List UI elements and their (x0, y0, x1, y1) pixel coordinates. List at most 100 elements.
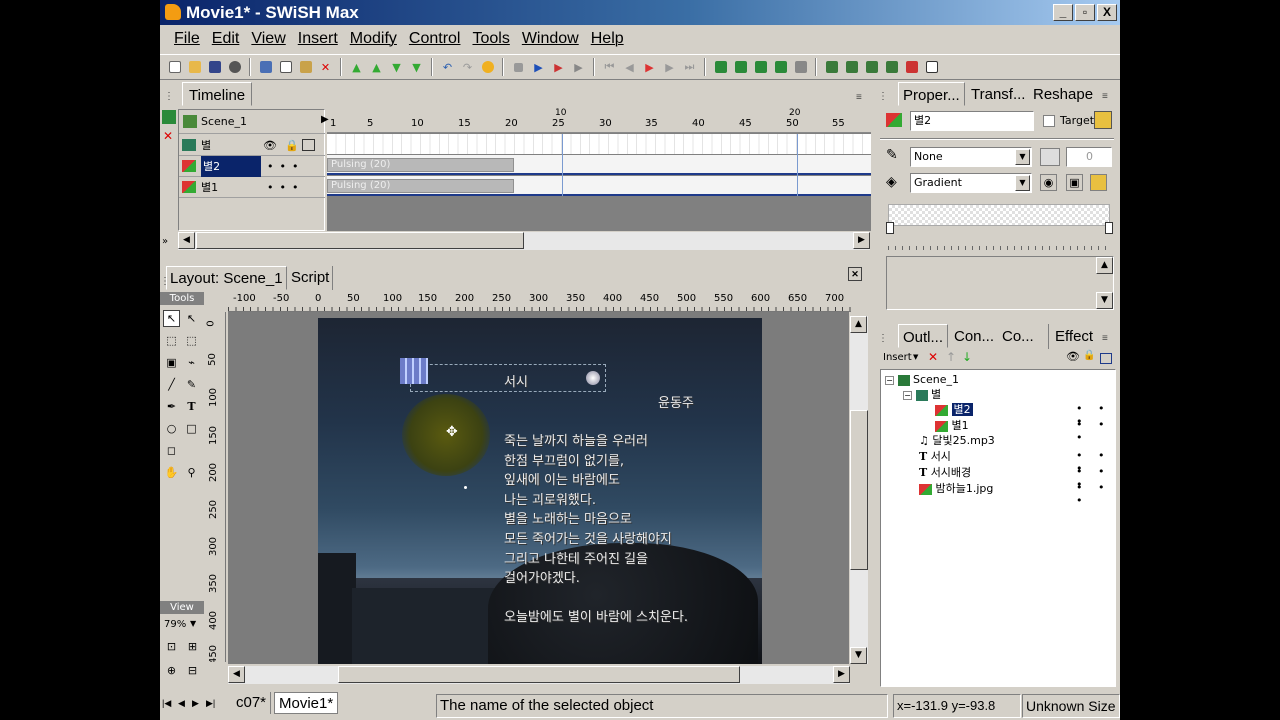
bring-to-front-icon[interactable]: ▲ (348, 59, 365, 76)
select-tool-icon[interactable]: ↖ (163, 310, 180, 327)
scroll-up-button[interactable]: ▲ (1096, 257, 1113, 274)
tab-effect[interactable]: Effect (1048, 324, 1093, 349)
nav-first-icon[interactable]: |◀ (162, 698, 171, 709)
menu-file[interactable]: File (168, 30, 206, 48)
tab-properties[interactable]: Proper... (898, 82, 965, 106)
layout-hscroll[interactable]: ◀ ▶ (228, 666, 850, 684)
panel-menu-icon[interactable]: ≡ (1102, 84, 1108, 109)
minimize-button[interactable]: _ (1053, 4, 1073, 21)
zoom-fit-icon[interactable]: ⊡ (163, 638, 180, 655)
save-icon[interactable] (206, 59, 223, 76)
scroll-left-button[interactable]: ◀ (178, 232, 195, 249)
insert-image-icon[interactable] (792, 59, 809, 76)
scroll-right-button[interactable]: ▶ (853, 232, 870, 249)
stage-work-area[interactable]: 서시 윤동주 죽는 날까지 하늘을 우러러 한점 부끄럼이 없기를, 잎새에 이… (228, 312, 849, 664)
play-icon[interactable]: ▶ (530, 59, 547, 76)
insert-scene-icon[interactable] (712, 59, 729, 76)
gradient-transform-icon[interactable]: ▣ (1066, 174, 1083, 191)
layer-row-selected[interactable]: 별2 ••• (179, 156, 325, 177)
line-width-spinner[interactable]: 0 (1066, 147, 1112, 167)
fill-transform-icon[interactable]: ▣ (163, 354, 180, 371)
scene-row[interactable]: Scene_1 (179, 110, 325, 134)
scroll-down-button[interactable]: ▼ (1096, 292, 1113, 309)
timeline-scrollbar[interactable]: ◀ ▶ (178, 232, 870, 250)
menu-edit[interactable]: Edit (206, 30, 246, 48)
lock-icon[interactable]: 🔒 (285, 135, 299, 156)
group-as-shape-icon[interactable] (883, 59, 900, 76)
zoom-out-icon[interactable]: ⊟ (184, 662, 201, 679)
menu-window[interactable]: Window (516, 30, 585, 48)
paste-icon[interactable] (297, 59, 314, 76)
help-icon[interactable] (479, 59, 496, 76)
move-up-icon[interactable]: ↑ (946, 350, 956, 364)
target-settings-icon[interactable] (1094, 111, 1112, 129)
gradient-bar[interactable] (888, 204, 1110, 226)
tree-item-sprite[interactable]: − 별 (903, 387, 941, 402)
line-tool-icon[interactable]: ╱ (163, 376, 180, 393)
insert-dropdown-icon[interactable]: ▼ (913, 353, 918, 361)
poem-author[interactable]: 윤동주 (658, 394, 694, 414)
insert-button-icon[interactable] (752, 59, 769, 76)
copy-icon[interactable] (277, 59, 294, 76)
tree-item-text[interactable]: T 서시 (919, 449, 951, 464)
ellipse-tool-icon[interactable]: ○ (163, 420, 180, 437)
tab-transform[interactable]: Transf... (971, 82, 1025, 107)
zoom-dropdown-icon[interactable]: ▼ (190, 619, 196, 628)
fill-style-select[interactable]: Gradient ▼ (910, 173, 1032, 193)
lock-icon[interactable]: 🔒 (1083, 350, 1095, 361)
eye-icon[interactable]: 👁 (263, 135, 277, 156)
collapse-icon[interactable]: − (903, 391, 912, 400)
open-icon[interactable] (186, 59, 203, 76)
menu-insert[interactable]: Insert (292, 30, 344, 48)
delete-icon[interactable]: ✕ (317, 59, 334, 76)
menu-view[interactable]: View (245, 30, 291, 48)
ungroup-icon[interactable] (903, 59, 920, 76)
scroll-left-button[interactable]: ◀ (228, 666, 245, 683)
maximize-button[interactable]: ▫ (1075, 4, 1095, 21)
close-button[interactable]: X (1097, 4, 1117, 21)
tree-item-shape[interactable]: 별1 (935, 418, 969, 433)
delete-layer-icon[interactable]: ✕ (163, 129, 173, 143)
prev-frame-icon[interactable]: ◀ (621, 59, 638, 76)
gradient-radial-icon[interactable]: ◉ (1040, 174, 1057, 191)
poem-title[interactable]: 서시 (504, 373, 528, 393)
nav-next-icon[interactable]: ▶ (192, 698, 199, 709)
next-frame-icon[interactable]: ▶ (661, 59, 678, 76)
doc-tab[interactable]: c07* (232, 692, 272, 714)
chevron-down-icon[interactable]: ▼ (1015, 175, 1030, 191)
rectangle-tool-icon[interactable]: □ (183, 420, 200, 437)
tree-item-image[interactable]: 밤하늘1.jpg (919, 481, 993, 496)
layer-row[interactable]: 별 👁 🔒 (179, 135, 325, 156)
gradient-preset-icon[interactable] (1090, 174, 1107, 191)
group-icon[interactable] (823, 59, 840, 76)
tree-item-sound[interactable]: ♫ 달빛25.mp3 (919, 433, 995, 448)
outline-toggle-icon[interactable] (302, 139, 315, 151)
outline-toggle-icon[interactable] (1100, 353, 1112, 364)
zoom-tool-icon[interactable]: ⚲ (183, 464, 200, 481)
layout-vscroll[interactable]: ▲ ▼ (850, 316, 868, 664)
chevron-down-icon[interactable]: ▼ (1015, 149, 1030, 165)
text-tool-icon[interactable]: T (183, 398, 200, 415)
tree-item-text[interactable]: T 서시배경 (919, 465, 971, 480)
eye-icon[interactable]: 👁 (1066, 350, 1080, 363)
menu-tools[interactable]: Tools (466, 30, 515, 48)
cut-icon[interactable] (257, 59, 274, 76)
scroll-thumb[interactable] (338, 666, 740, 683)
line-style-select[interactable]: None ▼ (910, 147, 1032, 167)
poem-body[interactable]: 죽는 날까지 하늘을 우러러 한점 부끄럼이 없기를, 잎새에 이는 바람에도 … (504, 432, 672, 589)
redo-icon[interactable]: ↷ (459, 59, 476, 76)
insert-menu[interactable]: Insert (883, 352, 912, 363)
tree-item-shape-selected[interactable]: 별2 (935, 402, 973, 417)
movie-stage[interactable]: 서시 윤동주 죽는 날까지 하늘을 우러러 한점 부끄럼이 없기를, 잎새에 이… (318, 318, 762, 664)
preview-icon[interactable] (226, 59, 243, 76)
tab-script[interactable]: Script (288, 266, 334, 290)
motion-path-icon[interactable]: ⌁ (183, 354, 200, 371)
frame-row[interactable]: Pulsing (20) (327, 176, 871, 196)
reshape-tool-icon[interactable]: ⬚ (183, 332, 200, 349)
undo-icon[interactable]: ↶ (439, 59, 456, 76)
nav-last-icon[interactable]: ▶| (206, 698, 215, 709)
nav-prev-icon[interactable]: ◀ (178, 698, 185, 709)
tab-content[interactable]: Con... (954, 324, 994, 349)
zoom-in-icon[interactable]: ⊕ (163, 662, 180, 679)
group-as-sprite-icon[interactable] (863, 59, 880, 76)
